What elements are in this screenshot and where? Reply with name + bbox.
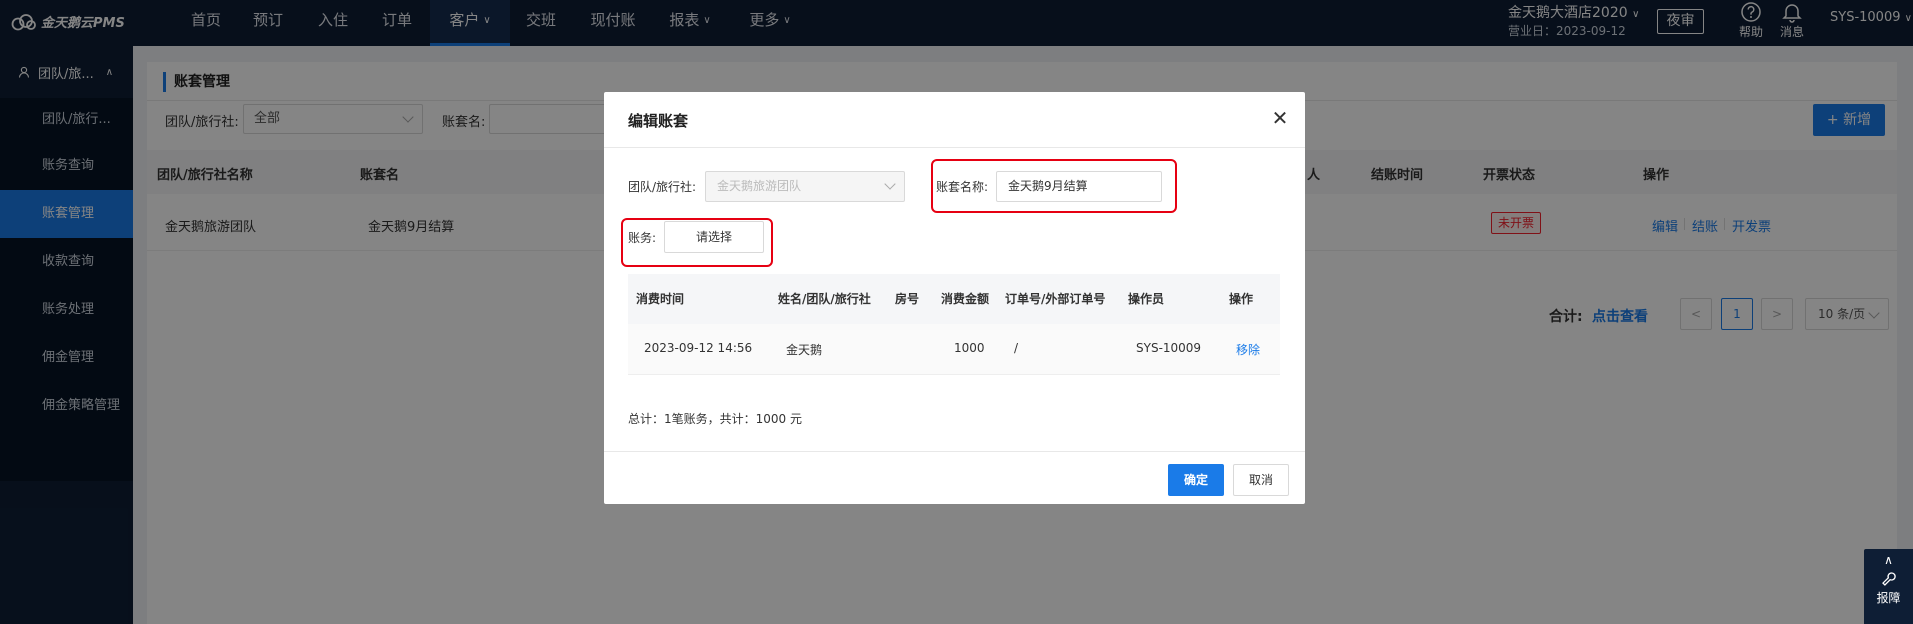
modal-col-amount: 消费金额: [941, 292, 990, 306]
row-operator: SYS-10009: [1136, 341, 1202, 355]
row-amount: 1000: [954, 341, 985, 355]
wrench-icon: [1881, 572, 1896, 586]
modal-col-operator: 操作员: [1128, 292, 1165, 306]
divider: [604, 451, 1305, 452]
close-icon[interactable]: ✕: [1268, 106, 1292, 130]
modal-team-label: 团队/旅行社:: [628, 180, 697, 194]
cancel-button[interactable]: 取消: [1233, 464, 1289, 496]
highlight-box-account: [621, 218, 773, 267]
highlight-box-name: [931, 159, 1177, 213]
confirm-button[interactable]: 确定: [1168, 464, 1224, 496]
chevron-up-icon: ∧: [1884, 553, 1893, 567]
modal-summary: 总计：1笔账务，共计：1000 元: [628, 412, 802, 426]
remove-link[interactable]: 移除: [1236, 341, 1260, 358]
modal-col-time: 消费时间: [636, 292, 685, 306]
modal-col-room: 房号: [895, 292, 920, 306]
modal-col-action: 操作: [1229, 292, 1254, 306]
edit-account-set-modal: 编辑账套 ✕ 团队/旅行社: 金天鹅旅游团队 账套名称: 金天鹅9月结算 账务:…: [604, 92, 1305, 504]
report-issue-widget[interactable]: ∧ 报障: [1864, 549, 1913, 624]
modal-col-order: 订单号/外部订单号: [1005, 292, 1106, 306]
modal-team-select: 金天鹅旅游团队: [705, 171, 905, 202]
divider: [604, 147, 1305, 148]
chevron-down-icon: [884, 178, 896, 190]
modal-col-name: 姓名/团队/旅行社: [778, 292, 871, 306]
row-guest-name: 金天鹅: [786, 343, 823, 357]
row-order: /: [1014, 341, 1019, 355]
modal-title: 编辑账套: [628, 112, 689, 130]
row-time: 2023-09-12 14:56: [644, 341, 753, 355]
